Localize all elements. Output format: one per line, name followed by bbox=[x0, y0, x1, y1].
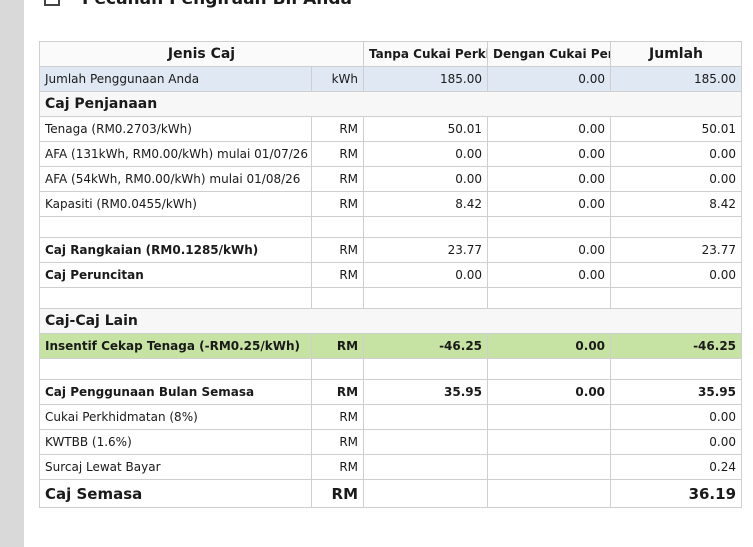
spacer-row bbox=[39, 358, 743, 380]
row-tanpa: 0.00 bbox=[363, 262, 489, 288]
row-unit: RM bbox=[310, 237, 365, 263]
section-caj-caj-lain: Caj-Caj Lain bbox=[38, 308, 743, 334]
usage-row: Jumlah Penggunaan Anda kWh 185.00 0.00 1… bbox=[39, 66, 743, 92]
col-header-jenis-caj: Jenis Caj bbox=[38, 41, 365, 67]
row-tanpa: 185.00 bbox=[363, 66, 489, 92]
section-header: Pecahan Pengiraan Bil Anda bbox=[44, 0, 352, 10]
total-label: Caj Semasa bbox=[39, 479, 312, 508]
col-header-dengan-cukai: Dengan Cukai Perkhidmatan bbox=[487, 41, 612, 67]
row-dengan: 0.00 bbox=[487, 262, 612, 288]
row-label: Tenaga (RM0.2703/kWh) bbox=[39, 116, 312, 142]
caj-rangkaian-row: Caj Rangkaian (RM0.1285/kWh) RM 23.77 0.… bbox=[39, 237, 743, 263]
row-tanpa: 50.01 bbox=[363, 116, 489, 142]
row-dengan: 0.00 bbox=[487, 237, 612, 263]
section-title: Caj Penjanaan bbox=[38, 91, 743, 117]
row-unit: RM bbox=[310, 191, 365, 217]
row-dengan: 0.00 bbox=[487, 116, 612, 142]
row-tanpa: 35.95 bbox=[363, 379, 489, 405]
row-dengan: 0.00 bbox=[487, 66, 612, 92]
row-jumlah: 185.00 bbox=[610, 66, 743, 92]
row-jumlah: 0.00 bbox=[610, 166, 743, 192]
table-row: Tenaga (RM0.2703/kWh) RM 50.01 0.00 50.0… bbox=[39, 116, 743, 142]
row-dengan: 0.00 bbox=[487, 166, 612, 192]
spacer-row bbox=[39, 287, 743, 309]
row-jumlah: 0.00 bbox=[610, 262, 743, 288]
row-jumlah: -46.25 bbox=[610, 333, 743, 359]
row-tanpa: 0.00 bbox=[363, 166, 489, 192]
row-label: Caj Rangkaian (RM0.1285/kWh) bbox=[39, 237, 312, 263]
row-jumlah: 8.42 bbox=[610, 191, 743, 217]
total-unit: RM bbox=[310, 479, 365, 508]
row-jumlah: 35.95 bbox=[610, 379, 743, 405]
insentif-row: Insentif Cekap Tenaga (-RM0.25/kWh) RM -… bbox=[39, 333, 743, 359]
row-label: KWTBB (1.6%) bbox=[39, 429, 312, 455]
row-tanpa: 8.42 bbox=[363, 191, 489, 217]
table-row: Kapasiti (RM0.0455/kWh) RM 8.42 0.00 8.4… bbox=[39, 191, 743, 217]
table-header-row: Jenis Caj Tanpa Cukai Perkhidmatan Denga… bbox=[38, 41, 743, 67]
row-label: AFA (131kWh, RM0.00/kWh) mulai 01/07/26 bbox=[39, 141, 312, 167]
row-label: Kapasiti (RM0.0455/kWh) bbox=[39, 191, 312, 217]
row-unit: RM bbox=[310, 454, 365, 480]
row-label: Jumlah Penggunaan Anda bbox=[39, 66, 312, 92]
row-tanpa: 0.00 bbox=[363, 141, 489, 167]
col-header-jumlah: Jumlah bbox=[610, 41, 743, 67]
row-jumlah: 23.77 bbox=[610, 237, 743, 263]
row-unit: RM bbox=[310, 166, 365, 192]
row-dengan: 0.00 bbox=[487, 333, 612, 359]
row-label: Surcaj Lewat Bayar bbox=[39, 454, 312, 480]
row-label: Cukai Perkhidmatan (8%) bbox=[39, 404, 312, 430]
row-jumlah: 0.00 bbox=[610, 404, 743, 430]
spacer-row bbox=[39, 216, 743, 238]
table-row: AFA (54kWh, RM0.00/kWh) mulai 01/08/26 R… bbox=[39, 166, 743, 192]
row-unit: RM bbox=[310, 333, 365, 359]
left-scroll-gutter bbox=[0, 0, 24, 547]
row-label: Caj Penggunaan Bulan Semasa bbox=[39, 379, 312, 405]
kwtbb-row: KWTBB (1.6%) RM 0.00 bbox=[39, 429, 743, 455]
row-unit: RM bbox=[310, 404, 365, 430]
row-unit: RM bbox=[310, 429, 365, 455]
row-unit: RM bbox=[310, 379, 365, 405]
surcaj-row: Surcaj Lewat Bayar RM 0.24 bbox=[39, 454, 743, 480]
row-tanpa: -46.25 bbox=[363, 333, 489, 359]
cukai-row: Cukai Perkhidmatan (8%) RM 0.00 bbox=[39, 404, 743, 430]
row-dengan: 0.00 bbox=[487, 379, 612, 405]
caj-semasa-total-row: Caj Semasa RM 36.19 bbox=[39, 479, 743, 508]
row-dengan: 0.00 bbox=[487, 141, 612, 167]
section-title: Pecahan Pengiraan Bil Anda bbox=[82, 0, 352, 9]
row-label: Caj Peruncitan bbox=[39, 262, 312, 288]
row-jumlah: 50.01 bbox=[610, 116, 743, 142]
section-caj-penjanaan: Caj Penjanaan bbox=[38, 91, 743, 117]
section-title: Caj-Caj Lain bbox=[38, 308, 743, 334]
table-row: AFA (131kWh, RM0.00/kWh) mulai 01/07/26 … bbox=[39, 141, 743, 167]
collapse-toggle-icon[interactable] bbox=[44, 0, 60, 6]
row-unit: kWh bbox=[310, 66, 365, 92]
row-jumlah: 0.00 bbox=[610, 429, 743, 455]
row-tanpa: 23.77 bbox=[363, 237, 489, 263]
row-unit: RM bbox=[310, 116, 365, 142]
bulan-semasa-row: Caj Penggunaan Bulan Semasa RM 35.95 0.0… bbox=[39, 379, 743, 405]
total-amount: 36.19 bbox=[610, 479, 743, 508]
row-jumlah: 0.00 bbox=[610, 141, 743, 167]
caj-peruncitan-row: Caj Peruncitan RM 0.00 0.00 0.00 bbox=[39, 262, 743, 288]
row-unit: RM bbox=[310, 141, 365, 167]
row-label: Insentif Cekap Tenaga (-RM0.25/kWh) bbox=[39, 333, 312, 359]
row-unit: RM bbox=[310, 262, 365, 288]
col-header-tanpa-cukai: Tanpa Cukai Perkhidmatan bbox=[363, 41, 489, 67]
row-dengan: 0.00 bbox=[487, 191, 612, 217]
row-label: AFA (54kWh, RM0.00/kWh) mulai 01/08/26 bbox=[39, 166, 312, 192]
row-jumlah: 0.24 bbox=[610, 454, 743, 480]
bill-breakdown-table: Jenis Caj Tanpa Cukai Perkhidmatan Denga… bbox=[38, 41, 743, 508]
